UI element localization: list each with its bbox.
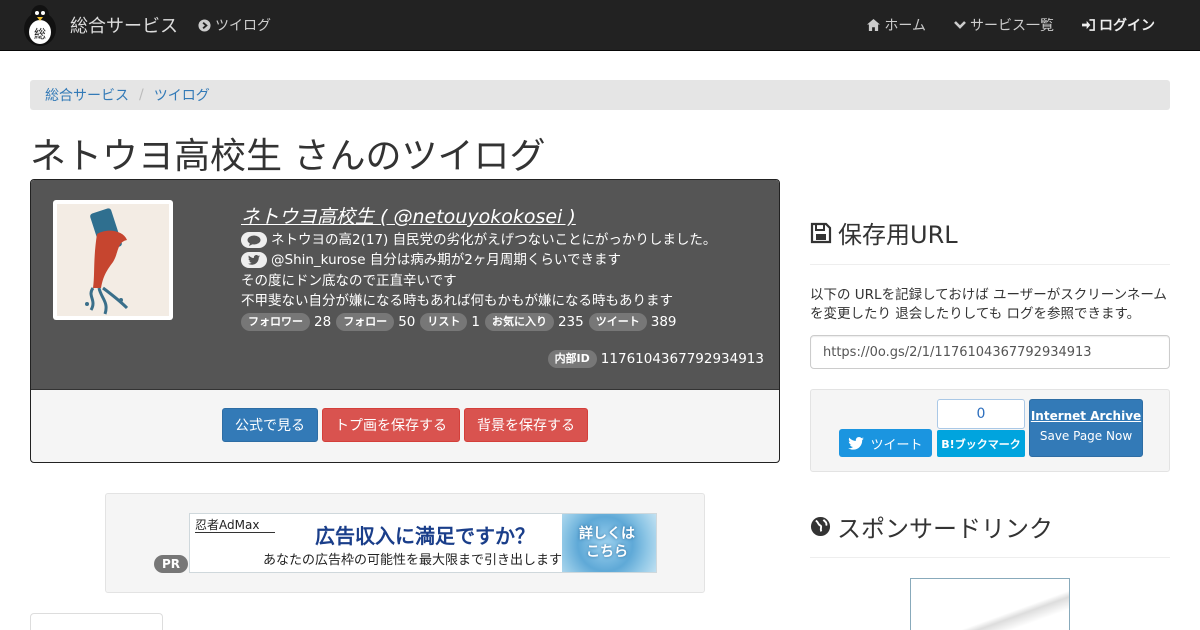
nav-twilog-link[interactable]: ツイログ xyxy=(198,0,271,50)
tab[interactable] xyxy=(292,613,462,630)
bio-line: @Shin_kurose 自分は病み期が2ヶ月周期くらいできます xyxy=(241,250,766,270)
brand-link[interactable]: 総 総合サービス xyxy=(20,2,178,48)
ad-box: PR 忍者AdMax 広告収入に満足ですか？ あなたの広告枠の可能性を最大限まで… xyxy=(105,493,705,593)
sponsor-heading: スポンサードリンク xyxy=(810,509,1053,544)
profile-stats: フォロワー 28 フォロー 50 リスト 1 お気に入り 235 ツイート 38… xyxy=(241,312,766,332)
twitter-icon xyxy=(241,252,267,269)
following-badge: フォロー xyxy=(336,313,395,332)
lists-badge: リスト xyxy=(420,313,468,332)
avatar[interactable] xyxy=(53,200,173,320)
tweet-button-label: ツイート xyxy=(870,437,923,453)
share-box: ツイート 0 B!ブックマーク Internet Archive Save Pa… xyxy=(810,389,1170,472)
tweets-badge: ツイート xyxy=(588,313,647,332)
bio-text: @Shin_kurose 自分は病み期が2ヶ月周期くらいできます xyxy=(271,252,621,269)
comment-icon xyxy=(241,232,267,249)
internet-archive-sub: Save Page Now xyxy=(1039,429,1133,443)
nav-twilog-label: ツイログ xyxy=(215,18,271,34)
profile-bio: ネトウヨの高2(17) 自民党の劣化がえげつないことにがっかりしました。 @Sh… xyxy=(241,230,766,332)
save-url-title: 保存用URL xyxy=(838,221,958,249)
favorites-badge: お気に入り xyxy=(484,313,554,332)
internal-id-badge: 内部ID xyxy=(547,350,597,368)
sponsor-ad-image[interactable] xyxy=(910,578,1070,630)
penguin-logo-icon: 総 xyxy=(24,5,56,46)
profile-header: ネトウヨ高校生 ( @netouyokokosei ) ネトウヨの高2(17) … xyxy=(31,180,779,390)
ad-cta-button[interactable]: 詳しくは こちら xyxy=(562,514,656,572)
tweets-count: 389 xyxy=(650,314,677,331)
breadcrumb-home[interactable]: 総合サービス xyxy=(45,85,129,105)
page-title: ネトウヨ高校生 さんのツイログ xyxy=(30,136,546,177)
floppy-disk-icon xyxy=(810,222,832,243)
ad-cta-line: こちら xyxy=(586,544,628,560)
hatena-bookmark-button[interactable]: B!ブックマーク xyxy=(937,430,1025,457)
hatena-count: 0 xyxy=(937,399,1025,429)
nav-services-dropdown[interactable]: サービス一覧 xyxy=(954,15,1054,35)
ad-cta-line: 詳しくは xyxy=(579,526,635,542)
chevron-circle-right-icon xyxy=(198,18,211,32)
nav-home-label: ホーム xyxy=(884,18,926,34)
save-url-heading: 保存用URL xyxy=(810,215,958,250)
internal-id: 内部ID 1176104367792934913 xyxy=(547,350,764,368)
tab-active[interactable] xyxy=(30,613,163,630)
ad-banner[interactable]: 忍者AdMax 広告収入に満足ですか？ あなたの広告枠の可能性を最大限まで引き出… xyxy=(189,513,657,573)
nav-login-label: ログイン xyxy=(1099,18,1155,34)
twitter-bird-icon xyxy=(848,436,865,450)
followers-count: 28 xyxy=(314,314,332,331)
tab[interactable] xyxy=(480,613,570,630)
following-count: 50 xyxy=(398,314,416,331)
tab[interactable] xyxy=(590,613,710,630)
bio-text: その度にドン底なので正直辛いです xyxy=(241,272,457,289)
chevron-down-icon xyxy=(954,21,966,29)
pr-badge: PR xyxy=(154,555,189,573)
tweet-button[interactable]: ツイート xyxy=(839,429,932,457)
profile-name-link[interactable]: ネトウヨ高校生 ( @netouyokokosei ) xyxy=(241,202,576,229)
nav-services-label: サービス一覧 xyxy=(970,18,1054,34)
globe-icon xyxy=(810,516,831,537)
home-icon xyxy=(867,19,881,31)
ad-headline: 広告収入に満足ですか？ xyxy=(315,524,535,548)
sponsor-title: スポンサードリンク xyxy=(837,515,1053,543)
lists-count: 1 xyxy=(471,314,480,331)
bio-line: 不甲斐ない自分が嫌になる時もあれば何もかもが嫌になる時もあります xyxy=(241,291,766,311)
ad-subtext: あなたの広告枠の可能性を最大限まで引き出します xyxy=(263,553,563,568)
bio-line: その度にドン底なので正直辛いです xyxy=(241,271,766,291)
avatar-image xyxy=(57,204,169,316)
profile-card: ネトウヨ高校生 ( @netouyokokosei ) ネトウヨの高2(17) … xyxy=(30,179,780,463)
view-official-button[interactable]: 公式で見る xyxy=(222,408,318,442)
favorites-count: 235 xyxy=(557,314,584,331)
nav-home-link[interactable]: ホーム xyxy=(867,15,926,35)
nav-login-link[interactable]: ログイン xyxy=(1082,15,1155,35)
divider xyxy=(810,264,1170,265)
breadcrumb: 総合サービス / ツイログ xyxy=(30,80,1170,110)
navbar: 総 総合サービス ツイログ ホーム サービス一覧 ログイン xyxy=(0,0,1200,51)
profile-actions: 公式で見る トプ画を保存する 背景を保存する xyxy=(31,408,779,442)
nav-right: ホーム サービス一覧 ログイン xyxy=(867,0,1155,50)
save-url-input[interactable] xyxy=(810,335,1170,369)
internet-archive-button[interactable]: Internet Archive Save Page Now xyxy=(1029,399,1143,457)
divider xyxy=(810,557,1170,558)
save-avatar-button[interactable]: トプ画を保存する xyxy=(322,408,460,442)
internal-id-value: 1176104367792934913 xyxy=(600,351,764,367)
internet-archive-title: Internet Archive xyxy=(1030,409,1142,423)
hatena-bookmark-widget[interactable]: 0 B!ブックマーク xyxy=(937,399,1025,457)
bio-text: 不甲斐ない自分が嫌になる時もあれば何もかもが嫌になる時もあります xyxy=(241,292,673,309)
bio-text: ネトウヨの高2(17) 自民党の劣化がえげつないことにがっかりしました。 xyxy=(271,232,717,248)
breadcrumb-twilog[interactable]: ツイログ xyxy=(154,85,210,105)
ad-brand-underline xyxy=(195,532,275,533)
sign-in-icon xyxy=(1082,19,1095,31)
breadcrumb-separator: / xyxy=(139,87,144,103)
brand-name: 総合サービス xyxy=(70,16,178,37)
tweet-tabs xyxy=(30,613,780,630)
svg-text:総: 総 xyxy=(34,27,46,41)
tab[interactable] xyxy=(175,613,275,630)
ad-brand: 忍者AdMax xyxy=(195,518,260,532)
save-background-button[interactable]: 背景を保存する xyxy=(464,408,588,442)
bio-line: ネトウヨの高2(17) 自民党の劣化がえげつないことにがっかりしました。 xyxy=(241,230,766,250)
save-url-description: 以下の URLを記録しておけば ユーザーがスクリーンネームを変更したり 退会した… xyxy=(810,287,1167,322)
followers-badge: フォロワー xyxy=(241,313,310,332)
